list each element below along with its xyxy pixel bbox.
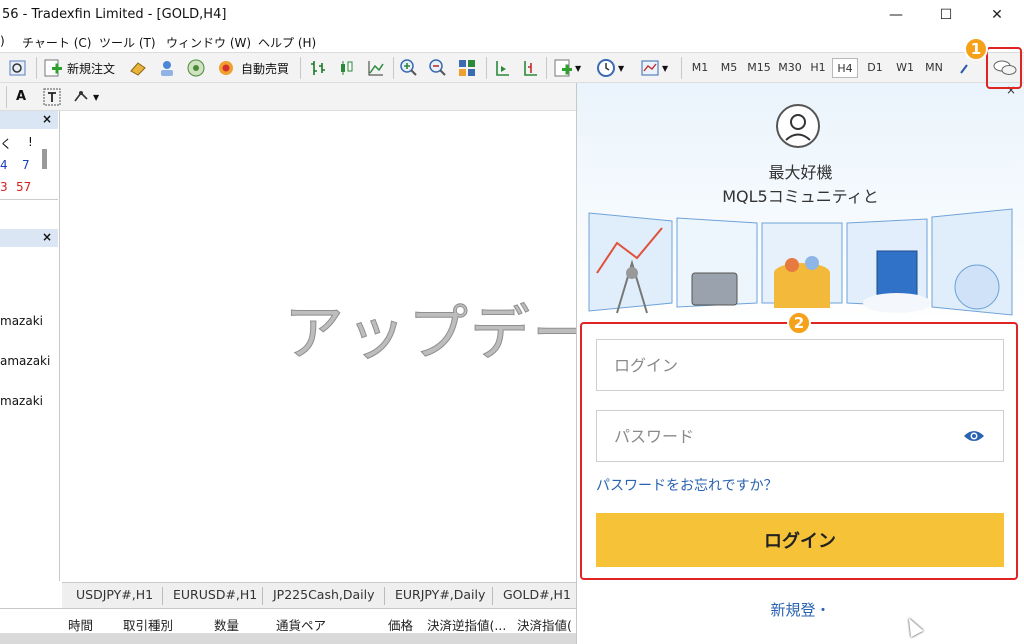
arrows-dropdown[interactable]: ▼ [72,89,99,105]
quote-cell: 57 [16,180,32,194]
menu-bar: ) チャート (C) ツール (T) ウィンドウ (W) ヘルプ (H) [0,30,1024,52]
timeframe-d1[interactable]: D1 [863,58,887,78]
column-time[interactable]: 時間 [68,615,93,634]
chevron-down-icon: ▼ [662,63,669,73]
update-overlay-text: アップデー [284,299,594,370]
tab-eurusd[interactable]: EURUSD#,H1 [173,587,257,602]
bar-chart-icon[interactable] [308,57,328,79]
close-icon[interactable]: × [42,230,52,244]
close-button[interactable]: ✕ [972,0,1022,30]
chart-shift-icon[interactable] [492,57,512,79]
menu-item-tools[interactable]: ツール (T) [99,34,156,51]
text-label-icon[interactable] [43,88,61,109]
step-badge-1: 1 [964,37,988,61]
arrows-icon [74,91,88,102]
timeframe-m15[interactable]: M15 [745,58,773,78]
minimize-button[interactable]: — [871,0,921,30]
text-tool-icon[interactable]: A [16,89,26,104]
list-item[interactable]: mazaki [0,394,43,408]
menu-item-partial[interactable]: ) [0,34,5,48]
column-price[interactable]: 価格 [388,615,413,634]
indicators-icon [554,59,572,77]
drawing-toolbar: A ▼ [0,83,576,111]
tab-jp225[interactable]: JP225Cash,Daily [273,587,375,602]
chevron-down-icon: ▼ [618,63,625,73]
zoom-out-icon[interactable] [428,57,448,79]
timeframe-m1[interactable]: M1 [688,58,712,78]
templates-dropdown[interactable]: ▼ [640,57,668,79]
step-badge-2: 2 [787,311,811,335]
menu-item-window[interactable]: ウィンドウ (W) [166,34,251,51]
auto-trade-icon [219,61,233,75]
clock-icon [597,59,615,77]
highlight-box-chat [986,47,1022,89]
tab-eurjpy[interactable]: EURJPY#,Daily [395,587,485,602]
zoom-in-icon[interactable] [399,57,419,79]
line-chart-icon[interactable] [366,57,386,79]
quote-cell: 3 [0,180,8,194]
timeframe-w1[interactable]: W1 [893,58,917,78]
left-pane: × く ! 4 7 3 57 × mazaki amazaki mazaki [0,111,60,581]
market-watch-icon[interactable] [128,57,148,79]
tab-usdjpy[interactable]: USDJPY#,H1 [76,587,153,602]
market-watch-header: × [0,111,58,129]
column-stop-loss[interactable]: 決済逆指値(... [427,615,506,634]
list-item[interactable]: amazaki [0,354,50,368]
quote-cell: 7 [22,158,30,172]
trade-table-header: 時間 取引種別 数量 通貨ペア 価格 決済逆指値(... 決済指値( [0,608,576,634]
scrollbar[interactable] [42,149,47,169]
list-item[interactable]: mazaki [0,314,43,328]
quote-cell: 4 [0,158,8,172]
column-take-profit[interactable]: 決済指値( [517,615,572,634]
column-type[interactable]: 取引種別 [123,615,173,634]
main-toolbar: 新規注文 自動売買 ▼ ▼ ▼ M1 M5 M15 M30 H1 H4 D1 W… [0,52,1024,83]
chart-area[interactable]: アップデー [62,111,593,581]
title-bar: 56 - Tradexfin Limited - [GOLD,H4] — ☐ ✕ [0,0,1024,30]
timeframe-h4[interactable]: H4 [832,58,858,78]
template-icon [641,60,659,76]
timeframe-m30[interactable]: M30 [776,58,804,78]
highlight-box-login [580,322,1018,580]
navigator-icon[interactable] [8,57,28,79]
timeframe-m5[interactable]: M5 [716,58,742,78]
chevron-down-icon: ▼ [93,92,100,102]
maximize-button[interactable]: ☐ [921,0,971,30]
menu-item-help[interactable]: ヘルプ (H) [258,34,316,51]
signals-icon[interactable] [157,57,177,79]
new-order-icon [44,59,62,77]
window-title: 56 - Tradexfin Limited - [GOLD,H4] [2,7,227,22]
auto-trade-button[interactable]: 自動売買 [216,57,289,79]
avatar [775,103,821,152]
chart-tabs: USDJPY#,H1 EURUSD#,H1 JP225Cash,Daily EU… [62,582,576,608]
status-strip [0,634,576,644]
periods-dropdown[interactable]: ▼ [596,57,624,79]
autoscroll-icon[interactable] [520,57,540,79]
new-order-button[interactable]: 新規注文 [43,57,115,79]
register-link[interactable]: 新規登・ [577,599,1024,620]
navigator-header: × [0,229,58,247]
indicators-dropdown[interactable]: ▼ [553,57,581,79]
menu-item-chart[interactable]: チャート (C) [22,34,91,51]
candlestick-icon[interactable] [336,57,356,79]
column-symbol[interactable]: 通貨ペア [276,615,326,634]
tagline-line1: 最大好機 [768,163,833,182]
tab-gold[interactable]: GOLD#,H1 [503,587,571,602]
column-volume[interactable]: 数量 [214,615,239,634]
search-icon[interactable] [958,57,972,79]
tile-windows-icon[interactable] [457,57,477,79]
community-illustration [588,208,1013,316]
close-icon[interactable]: × [42,112,52,126]
chevron-down-icon: ▼ [575,63,582,73]
timeframe-mn[interactable]: MN [922,58,946,78]
radar-icon[interactable] [186,57,206,79]
timeframe-h1[interactable]: H1 [807,58,829,78]
